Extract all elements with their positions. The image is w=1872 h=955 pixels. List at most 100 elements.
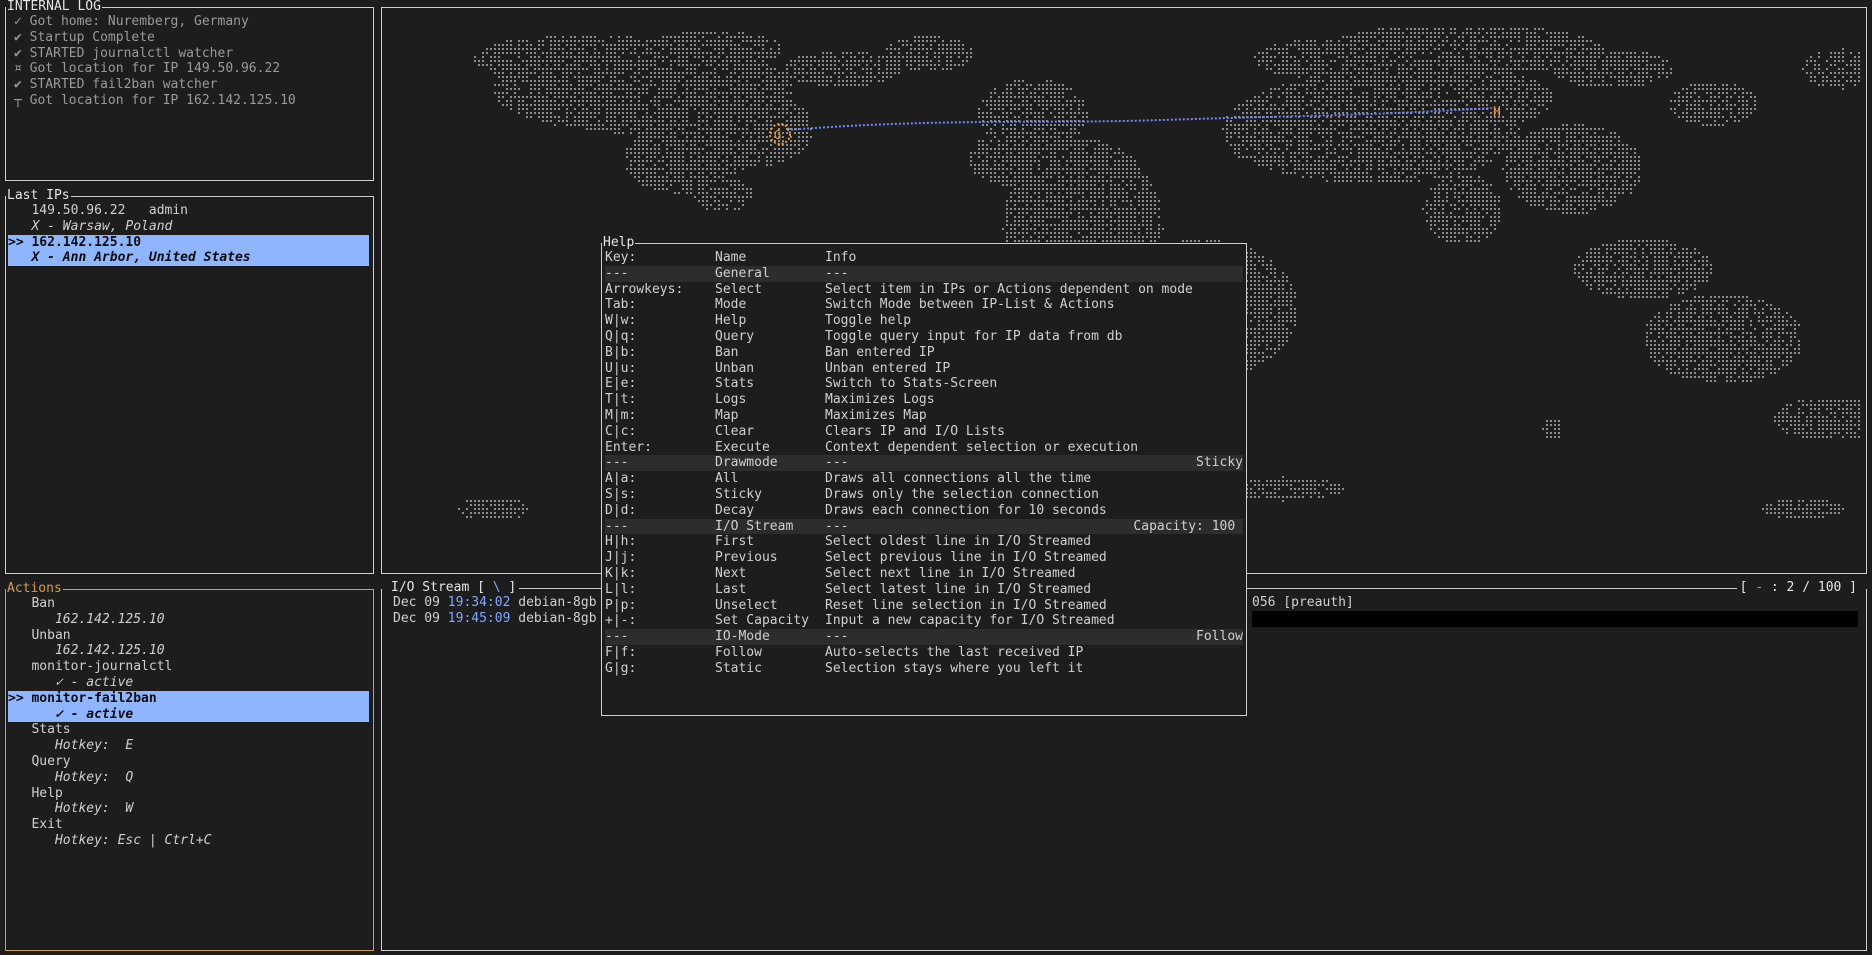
last-ips-title: Last IPs bbox=[6, 188, 71, 204]
help-name: Clear bbox=[715, 423, 755, 439]
stream-time: 19:34:02 bbox=[447, 595, 511, 610]
action-item[interactable]: Exit Hotkey: Esc | Ctrl+C bbox=[8, 817, 369, 849]
help-row: Q|q: Query Toggle query input for IP data … bbox=[605, 329, 1243, 345]
help-name: Decay bbox=[715, 502, 755, 518]
help-name: Unban bbox=[715, 360, 755, 376]
help-header-key: Key: bbox=[605, 250, 637, 265]
internal-log-panel: INTERNAL LOG ✓ Got home: Nuremberg, Germ… bbox=[5, 0, 374, 181]
help-key: H|h: bbox=[605, 534, 637, 550]
help-name: Unselect bbox=[715, 597, 778, 613]
ip-list-item[interactable]: 149.50.96.22 admin X - Warsaw, Poland bbox=[8, 203, 369, 235]
action-item[interactable]: Stats Hotkey: E bbox=[8, 722, 369, 754]
action-item[interactable]: >> monitor-fail2ban ✓ - active bbox=[8, 690, 369, 723]
help-name: Set Capacity bbox=[715, 613, 809, 629]
help-name: Query bbox=[715, 328, 755, 344]
help-title: Help bbox=[602, 235, 636, 251]
help-name: Logs bbox=[715, 392, 747, 408]
help-info: Toggle help bbox=[825, 313, 912, 329]
help-key: +|-: bbox=[605, 613, 637, 629]
target-marker-label: G bbox=[774, 128, 781, 142]
help-key: --- bbox=[605, 518, 629, 534]
help-mode-value: Sticky bbox=[1196, 455, 1243, 471]
help-info: Reset line selection in I/O Streamed bbox=[825, 597, 1107, 613]
actions-list[interactable]: Ban 162.142.125.10 Unban 162.142.125.10 … bbox=[8, 596, 369, 849]
ip-address: >> 162.142.125.10 bbox=[8, 234, 142, 250]
ip-list-item[interactable]: >> 162.142.125.10 X - Ann Arbor, United … bbox=[8, 234, 369, 267]
action-item[interactable]: Query Hotkey: Q bbox=[8, 754, 369, 786]
help-info: --- bbox=[825, 455, 849, 471]
help-info: Select oldest line in I/O Streamed bbox=[825, 534, 1092, 550]
help-key: T|t: bbox=[605, 392, 637, 408]
help-key: --- bbox=[605, 265, 629, 281]
actions-title: Actions bbox=[6, 581, 63, 597]
help-name: General bbox=[715, 265, 770, 281]
log-line: ✔ STARTED journalctl watcher bbox=[14, 45, 234, 61]
action-detail: 162.142.125.10 bbox=[8, 643, 165, 659]
help-name: Help bbox=[715, 313, 747, 329]
stream-date: Dec 09 bbox=[393, 610, 448, 626]
action-name: >> monitor-fail2ban bbox=[8, 690, 157, 706]
stream-time: 19:45:09 bbox=[447, 610, 511, 626]
help-header-row: Key: Name Info bbox=[605, 250, 1243, 266]
log-line: ✓ Got home: Nuremberg, Germany bbox=[14, 14, 249, 29]
action-item[interactable]: monitor-journalctl ✓ - active bbox=[8, 659, 369, 691]
help-row: Arrowkeys: Select Select item in IPs or Ac… bbox=[605, 282, 1243, 298]
help-info: Auto-selects the last received IP bbox=[825, 644, 1084, 660]
ip-list[interactable]: 149.50.96.22 admin X - Warsaw, Poland >> … bbox=[8, 203, 369, 267]
help-mode-value: Follow bbox=[1196, 629, 1243, 645]
help-row: J|j: Previous Select previous line in I/O … bbox=[605, 550, 1243, 566]
help-name: Stats bbox=[715, 376, 755, 392]
help-name: Drawmode bbox=[715, 455, 778, 471]
help-info: --- bbox=[825, 629, 849, 645]
action-name: Query bbox=[8, 753, 71, 769]
help-key: Q|q: bbox=[605, 328, 637, 344]
help-info: Unban entered IP bbox=[825, 360, 951, 376]
stream-host: debian-8gb bbox=[510, 610, 597, 626]
help-key: B|b: bbox=[605, 344, 637, 360]
help-info: Select item in IPs or Actions dependent … bbox=[825, 281, 1193, 297]
help-row: Tab: Mode Switch Mode between IP-List & Ac… bbox=[605, 297, 1243, 313]
help-key: Arrowkeys: bbox=[605, 281, 684, 297]
help-info: Maximizes Logs bbox=[825, 392, 935, 408]
help-info: --- bbox=[825, 265, 849, 281]
help-info: Selection stays where you left it bbox=[825, 660, 1084, 676]
action-name: Stats bbox=[8, 722, 71, 738]
help-name: Next bbox=[715, 565, 747, 581]
help-name: First bbox=[715, 534, 755, 550]
help-name: Sticky bbox=[715, 486, 762, 502]
help-key: A|a: bbox=[605, 471, 637, 487]
action-item[interactable]: Ban 162.142.125.10 bbox=[8, 596, 369, 628]
io-stream-title: I/O Stream [ \ ] bbox=[388, 580, 520, 596]
log-lines: ✓ Got home: Nuremberg, Germany ✔ Startup … bbox=[14, 14, 369, 109]
help-header-name: Name bbox=[715, 250, 747, 265]
help-row: A|a: All Draws all connections all the tim… bbox=[605, 471, 1243, 487]
help-row: E|e: Stats Switch to Stats-Screen bbox=[605, 376, 1243, 392]
help-key: L|l: bbox=[605, 581, 637, 597]
action-name: monitor-journalctl bbox=[8, 659, 173, 675]
log-line: ¤ Got location for IP 149.50.96.22 bbox=[14, 61, 281, 77]
help-section-row: --- IO-Mode --- Follow bbox=[605, 629, 1243, 645]
help-info: Ban entered IP bbox=[825, 344, 935, 360]
help-row: C|c: Clear Clears IP and I/O Lists bbox=[605, 424, 1243, 440]
help-key: Enter: bbox=[605, 439, 652, 455]
actions-panel: Actions Ban 162.142.125.10 Unban 162.142… bbox=[5, 581, 374, 951]
action-item[interactable]: Unban 162.142.125.10 bbox=[8, 628, 369, 660]
help-name: Static bbox=[715, 660, 762, 676]
help-row: F|f: Follow Auto-selects the last received… bbox=[605, 645, 1243, 661]
help-row: S|s: Sticky Draws only the selection conne… bbox=[605, 487, 1243, 503]
help-popup: Help Key: Name Info --- General --- Arrowke… bbox=[601, 235, 1247, 716]
help-key: K|k: bbox=[605, 565, 637, 581]
help-header-info: Info bbox=[825, 250, 857, 265]
action-detail: Hotkey: Q bbox=[8, 769, 134, 785]
ip-location: X - Warsaw, Poland bbox=[8, 218, 173, 234]
help-row: Enter: Execute Context dependent selection… bbox=[605, 440, 1243, 456]
help-info: Maximizes Map bbox=[825, 407, 927, 423]
io-stream-counter: [ - : 2 / 100 ] bbox=[1736, 580, 1860, 596]
action-item[interactable]: Help Hotkey: W bbox=[8, 786, 369, 818]
map-connection-line bbox=[786, 107, 1493, 131]
help-name: Ban bbox=[715, 344, 739, 360]
help-key: C|c: bbox=[605, 423, 637, 439]
help-info: Select previous line in I/O Streamed bbox=[825, 550, 1107, 566]
help-name: Last bbox=[715, 581, 747, 597]
help-section-row: --- I/O Stream --- Capacity: 100 bbox=[605, 518, 1243, 535]
